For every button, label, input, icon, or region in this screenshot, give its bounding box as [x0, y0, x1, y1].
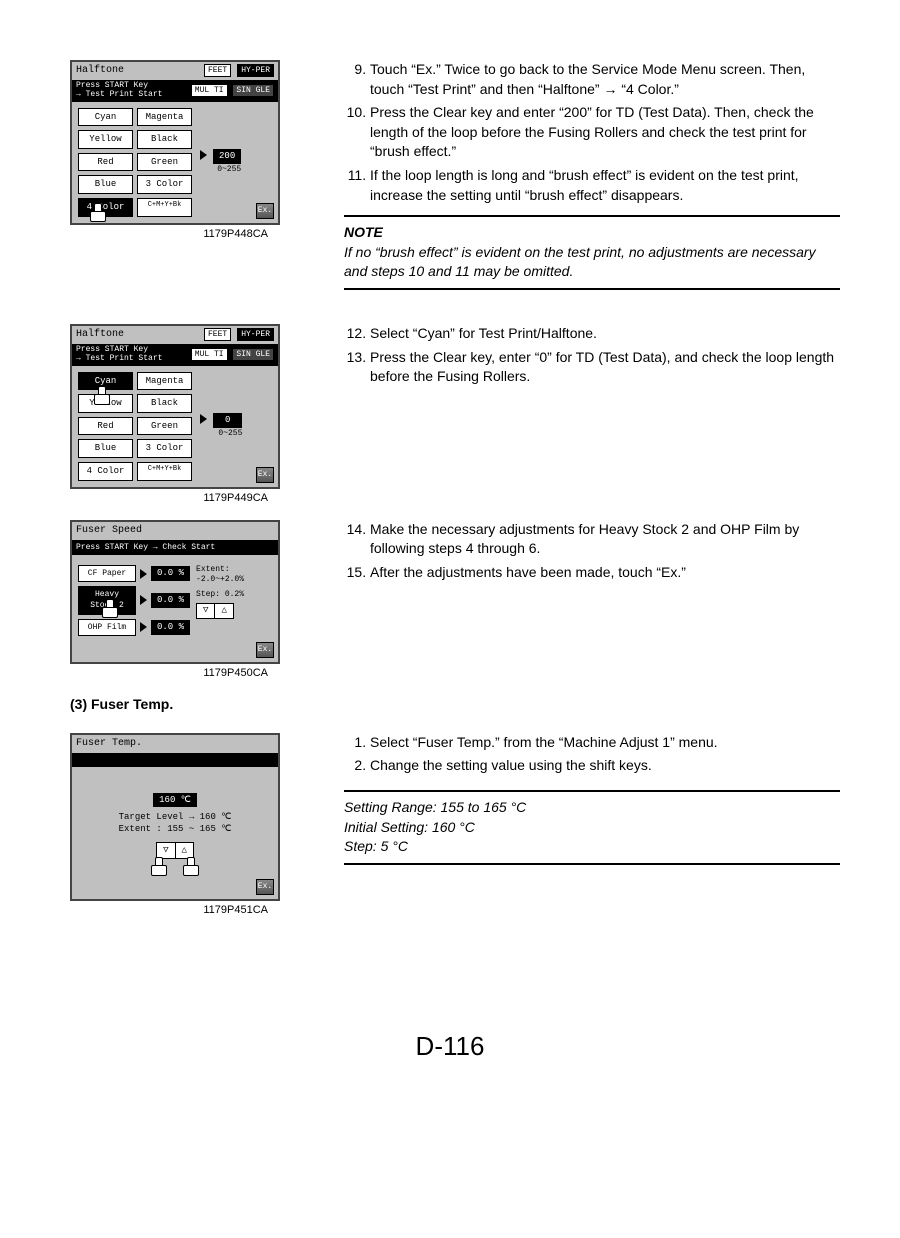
panel-title: Fuser Speed [76, 524, 142, 538]
triangle-icon [140, 569, 147, 579]
steps-list-b: Select “Cyan” for Test Print/Halftone. P… [344, 324, 840, 387]
td-value: 200 [213, 149, 241, 164]
step-9: Touch “Ex.” Twice to go back to the Serv… [370, 60, 840, 99]
val: 0.0 % [151, 566, 190, 581]
instruction-bar: Press START Key → Test Print Start [76, 82, 162, 100]
ex-button[interactable]: Ex. [256, 467, 274, 483]
single-button[interactable]: SIN GLE [232, 348, 274, 361]
hyper-button[interactable]: HY-PER [237, 328, 274, 341]
panel-title: Halftone [76, 328, 124, 342]
setting-range: Setting Range: 155 to 165 °C [344, 798, 840, 818]
figure-caption: 1179P451CA [60, 903, 310, 918]
step-15: After the adjustments have been made, to… [370, 563, 840, 583]
shift-keys[interactable]: ▽△ [196, 603, 234, 619]
val: 0.0 % [151, 620, 190, 635]
step-12: Select “Cyan” for Test Print/Halftone. [370, 324, 840, 344]
pointer-hand-icon [102, 599, 118, 617]
note-block: NOTE If no “brush effect” is evident on … [344, 215, 840, 290]
multi-button[interactable]: MUL TI [191, 84, 228, 97]
page-number: D-116 [60, 1028, 840, 1064]
steps-list-c: Make the necessary adjustments for Heavy… [344, 520, 840, 583]
color-cmybk[interactable]: C+M+Y+Bk [137, 198, 192, 217]
note-body: If no “brush effect” is evident on the t… [344, 243, 840, 282]
section-heading: (3) Fuser Temp. [70, 695, 840, 715]
pointer-hand-icon [90, 203, 106, 221]
color-black[interactable]: Black [137, 130, 192, 149]
color-green[interactable]: Green [137, 417, 192, 436]
step-1: Select “Fuser Temp.” from the “Machine A… [370, 733, 840, 753]
step-2: Change the setting value using the shift… [370, 756, 840, 776]
color-3color[interactable]: 3 Color [137, 175, 192, 194]
color-green[interactable]: Green [137, 153, 192, 172]
fuser-temp-panel: Fuser Temp. 160 ℃ Target Level → 160 ℃ E… [70, 733, 280, 901]
color-cmybk[interactable]: C+M+Y+Bk [137, 462, 192, 481]
triangle-icon [200, 150, 207, 160]
color-magenta[interactable]: Magenta [137, 372, 192, 391]
color-cyan[interactable]: Cyan [78, 108, 133, 127]
setting-step: Step: 5 °C [344, 837, 840, 857]
extent-text: Extent: -2.0~+2.0% [196, 565, 244, 586]
step-14: Make the necessary adjustments for Heavy… [370, 520, 840, 559]
fuser-speed-panel: Fuser Speed Press START Key → Check Star… [70, 520, 280, 664]
setting-block: Setting Range: 155 to 165 °C Initial Set… [344, 790, 840, 865]
feet-button[interactable]: FEET [204, 328, 231, 341]
panel-title: Halftone [76, 64, 124, 78]
triangle-icon [140, 595, 147, 605]
step-13: Press the Clear key, enter “0” for TD (T… [370, 348, 840, 387]
instruction-bar: Press START Key → Check Start [76, 542, 215, 553]
note-title: NOTE [344, 223, 840, 243]
feet-button[interactable]: FEET [204, 64, 231, 77]
extent-text: Extent : 155 ~ 165 ℃ [78, 823, 272, 836]
triangle-icon [140, 622, 147, 632]
color-yellow[interactable]: Yellow [78, 130, 133, 149]
pointer-hand-icon [94, 386, 110, 404]
halftone-panel-1: Halftone FEET HY-PER Press START Key → T… [70, 60, 280, 225]
single-button[interactable]: SIN GLE [232, 84, 274, 97]
step-text: Step: 0.2% [196, 590, 244, 600]
steps-list-d: Select “Fuser Temp.” from the “Machine A… [344, 733, 840, 776]
ex-button[interactable]: Ex. [256, 203, 274, 219]
steps-list-a: Touch “Ex.” Twice to go back to the Serv… [344, 60, 840, 205]
ex-button[interactable]: Ex. [256, 642, 274, 658]
pointer-hand-icon [183, 857, 199, 875]
instruction-bar: Press START Key → Test Print Start [76, 346, 162, 364]
td-value: 0 [213, 413, 242, 428]
color-black[interactable]: Black [137, 394, 192, 413]
initial-setting: Initial Setting: 160 °C [344, 818, 840, 838]
halftone-panel-2: Halftone FEET HY-PER Press START Key → T… [70, 324, 280, 489]
temp-value: 160 ℃ [153, 793, 197, 808]
ohp-film-button[interactable]: OHP Film [78, 619, 136, 636]
color-blue[interactable]: Blue [78, 439, 133, 458]
step-11: If the loop length is long and “brush ef… [370, 166, 840, 205]
hyper-button[interactable]: HY-PER [237, 64, 274, 77]
color-red[interactable]: Red [78, 153, 133, 172]
td-range: 0~255 [200, 164, 241, 175]
color-magenta[interactable]: Magenta [137, 108, 192, 127]
color-4color[interactable]: 4 Color [78, 462, 133, 481]
cf-paper-button[interactable]: CF Paper [78, 565, 136, 582]
figure-caption: 1179P449CA [60, 491, 310, 506]
val: 0.0 % [151, 593, 190, 608]
td-range: 0~255 [200, 428, 242, 439]
color-red[interactable]: Red [78, 417, 133, 436]
triangle-icon [200, 414, 207, 424]
figure-caption: 1179P448CA [60, 227, 310, 242]
color-3color[interactable]: 3 Color [137, 439, 192, 458]
target-text: Target Level → 160 ℃ [78, 811, 272, 824]
step-10: Press the Clear key and enter “200” for … [370, 103, 840, 162]
multi-button[interactable]: MUL TI [191, 348, 228, 361]
panel-title: Fuser Temp. [76, 737, 142, 751]
figure-caption: 1179P450CA [60, 666, 310, 681]
color-blue[interactable]: Blue [78, 175, 133, 194]
ex-button[interactable]: Ex. [256, 879, 274, 895]
pointer-hand-icon [151, 857, 167, 875]
